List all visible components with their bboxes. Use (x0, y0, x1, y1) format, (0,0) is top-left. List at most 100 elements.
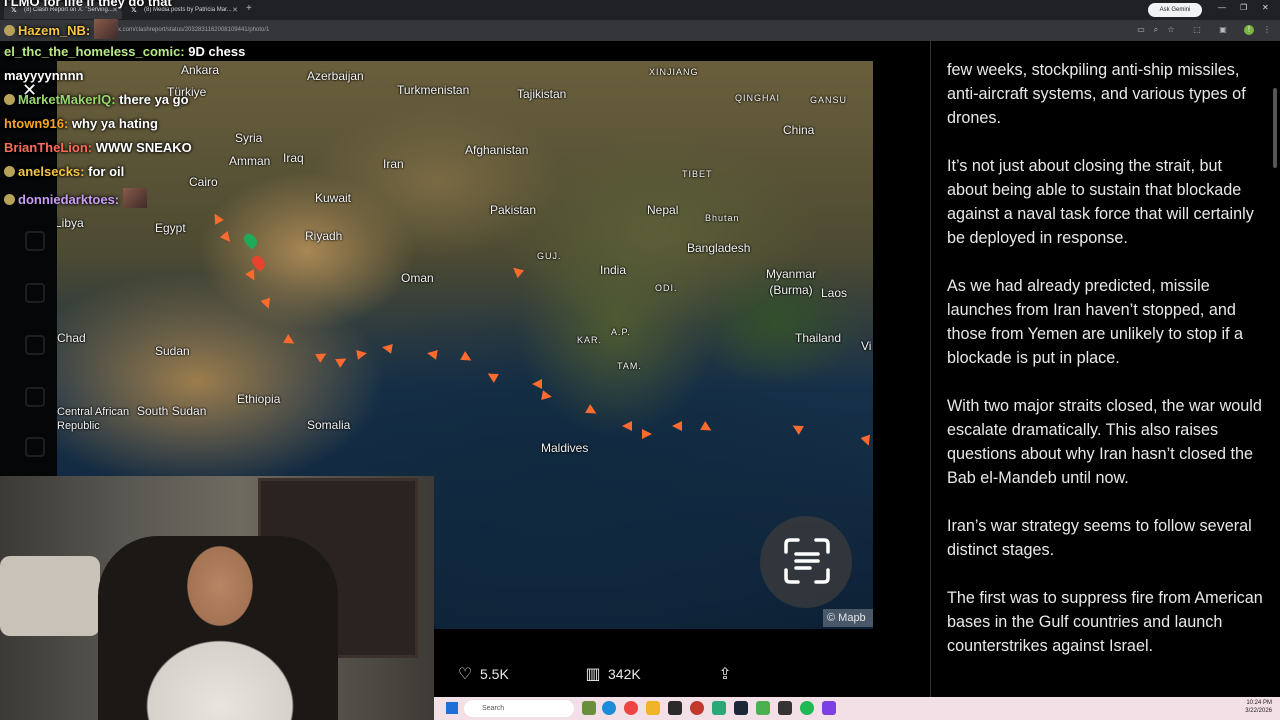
chat-text: mayyyynnnn (4, 68, 84, 83)
close-window-icon[interactable]: ✕ (1262, 3, 1269, 12)
chat-text: why ya hating (71, 116, 158, 131)
chat-username: Hazem_NB: (18, 23, 91, 38)
app-icon[interactable] (756, 701, 770, 715)
profile-nav-icon[interactable] (25, 437, 45, 457)
chat-username: el_thc_the_homeless_comic: (4, 44, 185, 59)
chat-text: WWW SNEAKO (95, 140, 192, 155)
ship-marker (532, 379, 542, 389)
map-label: Vi (861, 339, 872, 353)
app-icon[interactable] (712, 701, 726, 715)
profile-icon[interactable]: ! (1244, 25, 1254, 35)
map-label: Kuwait (315, 191, 352, 205)
ship-marker (460, 351, 474, 365)
menu-icon[interactable]: ⋮ (1262, 25, 1272, 35)
ship-marker (860, 434, 873, 448)
address-bar[interactable]: x.com/clashreport/status/203283116200810… (0, 20, 1280, 41)
chat-message: donniedarktoes: (4, 188, 148, 208)
task-view-icon[interactable] (582, 701, 596, 715)
ship-marker (622, 421, 632, 431)
map-label: ODI. (655, 283, 678, 293)
chat-username: BrianTheLion: (4, 140, 93, 155)
app-icon[interactable] (822, 701, 836, 715)
bookmark-star-icon[interactable]: ☆ (1166, 25, 1176, 35)
couch (0, 556, 100, 636)
ship-marker (541, 390, 553, 402)
like-count: 5.5K (480, 666, 509, 682)
map-label: Myanmar (Burma) (765, 267, 816, 297)
article-paragraph: It’s not just about closing the strait, … (947, 157, 1254, 247)
messages-icon[interactable] (25, 283, 45, 303)
map-label: A.P. (611, 327, 631, 337)
map-label: Ankara (181, 63, 220, 77)
file-explorer-icon[interactable] (646, 701, 660, 715)
minimize-icon[interactable]: — (1218, 3, 1226, 12)
close-tab-icon[interactable]: ✕ (232, 2, 238, 19)
map-label: QINGHAI (735, 93, 781, 103)
chat-message: anelsecks: for oil (4, 164, 124, 179)
chat-text: 9D chess (188, 44, 246, 59)
stream-title: I'LMO for life if they do that (4, 0, 172, 9)
cast-icon[interactable]: ▭ (1136, 25, 1146, 35)
map-label: Turkmenistan (397, 83, 470, 97)
share-button[interactable]: ⇪ (716, 664, 740, 684)
map-label: Amman (229, 154, 271, 168)
app-icon[interactable] (668, 701, 682, 715)
restore-icon[interactable]: ❐ (1240, 3, 1247, 12)
app-icon[interactable] (778, 701, 792, 715)
taskbar-clock[interactable]: 10:24 PM 3/22/2026 (1232, 699, 1272, 715)
chat-message: Hazem_NB: (4, 19, 119, 39)
map-attribution[interactable]: © Mapb (823, 609, 873, 627)
app-icon[interactable] (734, 701, 748, 715)
map-label: TIBET (682, 169, 713, 179)
article-paragraph: With two major straits closed, the war w… (947, 397, 1262, 487)
map-label: Afghanistan (465, 143, 529, 157)
windows-start-icon[interactable] (446, 702, 458, 714)
tweet-actions-bar: ♡ 5.5K ▥ 342K ⇪ (434, 650, 873, 696)
google-lens-button[interactable] (760, 516, 852, 608)
ask-gemini-button[interactable]: Ask Gemini (1148, 3, 1202, 17)
ship-marker (790, 421, 804, 435)
chat-text: there ya go (119, 92, 189, 107)
chat-username: MarketMakerIQ: (18, 92, 116, 107)
chat-text: for oil (88, 164, 125, 179)
ship-marker (509, 263, 525, 279)
chat-badge-icon (4, 194, 15, 205)
ship-marker (700, 421, 714, 435)
grok-icon[interactable] (25, 335, 45, 355)
map-label: Laos (821, 286, 848, 300)
notifications-icon[interactable] (25, 231, 45, 251)
map-label: Syria (235, 131, 263, 145)
ship-marker (381, 342, 393, 354)
extensions-icon[interactable]: ⬚ (1192, 25, 1202, 35)
map-label: Bangladesh (687, 241, 751, 255)
map-label: TAM. (617, 361, 642, 371)
ship-marker (283, 334, 297, 348)
chat-username: anelsecks: (18, 164, 85, 179)
views-button[interactable]: ▥ 342K (584, 664, 640, 684)
app-icon[interactable] (690, 701, 704, 715)
chrome-icon[interactable] (624, 701, 638, 715)
chat-badge-icon (4, 94, 15, 105)
map-label: Tajikistan (517, 87, 567, 101)
article-paragraph: Iran’s war strategy seems to follow seve… (947, 517, 1252, 559)
like-button[interactable]: ♡ 5.5K (456, 664, 509, 684)
ship-marker (585, 404, 599, 418)
url-text[interactable]: x.com/clashreport/status/203283116200810… (118, 27, 269, 33)
map-label: Bhutan (705, 213, 740, 223)
scrollbar[interactable] (1273, 88, 1277, 168)
taskbar-search[interactable]: Search (464, 700, 574, 717)
zoom-icon[interactable]: ⌕ (1151, 25, 1161, 35)
ship-marker (315, 349, 329, 363)
new-tab-button[interactable]: + (246, 3, 252, 14)
chat-message: BrianTheLion: WWW SNEAKO (4, 140, 192, 155)
edge-icon[interactable] (602, 701, 616, 715)
article-paragraph: The first was to suppress fire from Amer… (947, 589, 1263, 655)
chat-badge-icon (4, 25, 15, 36)
lists-icon[interactable] (25, 387, 45, 407)
map-label: Maldives (541, 441, 589, 455)
map-label: KAR. (577, 335, 603, 345)
sidepanel-icon[interactable]: ▣ (1218, 25, 1228, 35)
clock-date: 3/22/2026 (1245, 708, 1272, 714)
ship-marker (642, 429, 652, 439)
spotify-icon[interactable] (800, 701, 814, 715)
